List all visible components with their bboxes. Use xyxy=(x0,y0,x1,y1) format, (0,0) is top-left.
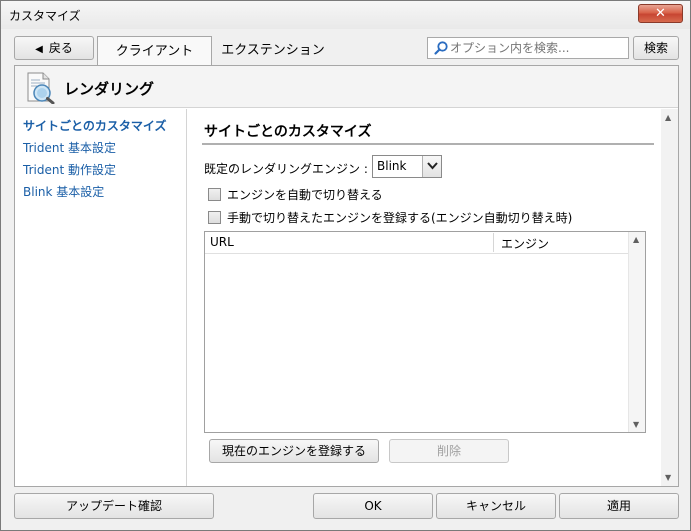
engine-select-button[interactable] xyxy=(422,156,441,177)
section-title: サイトごとのカスタマイズ xyxy=(204,124,372,140)
tab-client[interactable]: クライアント xyxy=(97,36,212,66)
close-icon: ✕ xyxy=(655,6,666,21)
cancel-button[interactable]: キャンセル xyxy=(436,493,556,519)
panel-scroll-down-icon[interactable]: ▼ xyxy=(665,473,671,482)
column-header-url[interactable]: URL xyxy=(210,235,234,249)
search-button[interactable]: 検索 xyxy=(633,36,679,60)
column-separator[interactable] xyxy=(493,233,494,252)
auto-switch-label: エンジンを自動で切り替える xyxy=(227,188,383,202)
scroll-down-icon[interactable]: ▼ xyxy=(633,420,639,429)
title-bar: カスタマイズ ✕ xyxy=(1,1,690,29)
engine-select[interactable]: Blink xyxy=(372,155,442,178)
auto-switch-checkbox[interactable] xyxy=(208,188,221,201)
settings-panel: サイトごとのカスタマイズ 既定のレンダリングエンジン : Blink エンジンを… xyxy=(188,109,678,486)
sidebar-item-blink-basic[interactable]: Blink 基本設定 xyxy=(23,183,104,200)
sidebar-item-site-customize[interactable]: サイトごとのカスタマイズ xyxy=(23,117,167,134)
scroll-up-icon[interactable]: ▲ xyxy=(633,235,639,244)
search-box[interactable] xyxy=(427,37,629,59)
register-manual-checkbox[interactable] xyxy=(208,211,221,224)
apply-button[interactable]: 適用 xyxy=(559,493,679,519)
site-engine-table: URL エンジン ▲ ▼ xyxy=(204,231,646,433)
sidebar: サイトごとのカスタマイズ Trident 基本設定 Trident 動作設定 B… xyxy=(15,109,187,486)
window-title: カスタマイズ xyxy=(9,9,81,23)
customize-window: カスタマイズ ✕ ◀ 戻る クライアント エクステンション 検索 xyxy=(0,0,691,531)
section-divider xyxy=(202,143,654,145)
chevron-down-icon xyxy=(427,162,438,170)
register-manual-label: 手動で切り替えたエンジンを登録する(エンジン自動切り替え時) xyxy=(227,211,573,225)
panel-scrollbar[interactable]: ▲ ▼ xyxy=(661,109,678,486)
register-manual-row[interactable]: 手動で切り替えたエンジンを登録する(エンジン自動切り替え時) xyxy=(208,209,572,226)
table-header: URL エンジン xyxy=(205,232,628,254)
content-frame: レンダリング サイトごとのカスタマイズ Trident 基本設定 Trident… xyxy=(14,65,679,487)
column-header-engine[interactable]: エンジン xyxy=(501,235,549,252)
auto-switch-row[interactable]: エンジンを自動で切り替える xyxy=(208,186,383,203)
register-engine-button[interactable]: 現在のエンジンを登録する xyxy=(209,439,379,463)
engine-select-value: Blink xyxy=(377,159,407,173)
rendering-page-icon xyxy=(27,72,55,104)
back-arrow-icon: ◀ xyxy=(35,44,43,55)
tab-extension[interactable]: エクステンション xyxy=(213,36,333,64)
page-title: レンダリング xyxy=(64,80,155,98)
header-band: レンダリング xyxy=(15,66,678,108)
back-button-label: 戻る xyxy=(48,41,73,55)
sidebar-item-trident-behavior[interactable]: Trident 動作設定 xyxy=(23,161,116,178)
table-scrollbar[interactable]: ▲ ▼ xyxy=(628,232,645,432)
search-icon xyxy=(434,41,448,55)
back-button[interactable]: ◀ 戻る xyxy=(14,36,94,60)
ok-button[interactable]: OK xyxy=(313,493,433,519)
check-update-button[interactable]: アップデート確認 xyxy=(14,493,214,519)
search-input[interactable] xyxy=(450,38,626,58)
close-button[interactable]: ✕ xyxy=(638,4,683,23)
sidebar-item-trident-basic[interactable]: Trident 基本設定 xyxy=(23,139,116,156)
delete-button[interactable]: 削除 xyxy=(389,439,509,463)
engine-label: 既定のレンダリングエンジン : xyxy=(204,162,368,176)
panel-scroll-up-icon[interactable]: ▲ xyxy=(665,113,671,122)
